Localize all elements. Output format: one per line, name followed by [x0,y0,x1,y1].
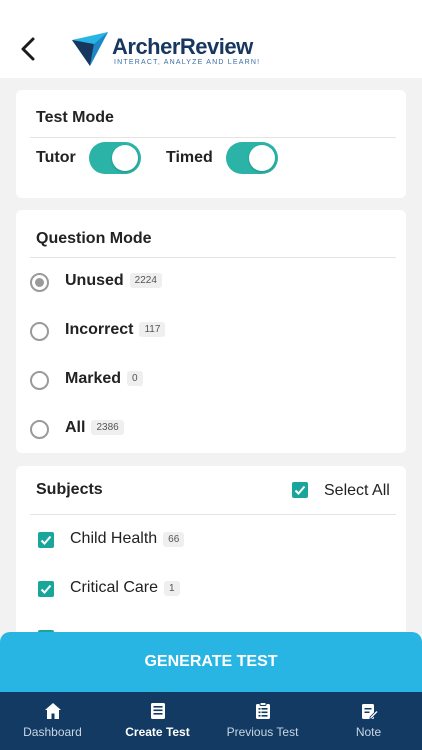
option-label-text: All [65,419,86,436]
question-mode-option-unused[interactable]: Unused 2224 [30,264,390,300]
option-label-text: Marked [65,370,122,387]
logo-mark-icon [72,32,108,66]
nav-item-create-test[interactable]: Create Test [105,692,210,750]
note-edit-icon [362,704,378,720]
subject-item-critical-care[interactable]: Critical Care 1 [36,573,396,603]
document-list-icon [151,703,165,719]
radio-button[interactable] [30,322,49,341]
clipboard-list-icon [256,702,270,719]
chevron-left-icon [21,37,35,61]
radio-button[interactable] [30,371,49,390]
divider [30,137,396,138]
option-label: All 2386 [65,419,124,437]
nav-label: Create Test [125,725,190,739]
select-all-checkbox[interactable] [292,482,308,498]
question-mode-card: Question Mode Unused 2224 Incorrect 117 Ma… [16,210,406,453]
option-label-text: Unused [65,272,124,289]
timed-label: Timed [166,149,213,166]
count-badge: 2386 [91,420,124,435]
divider [30,257,396,258]
checkmark-icon [40,584,52,594]
checkmark-icon [294,485,306,495]
select-all-label: Select All [324,482,390,499]
question-mode-option-marked[interactable]: Marked 0 [30,362,390,398]
toggle-knob [112,145,138,171]
option-label: Unused 2224 [65,272,162,290]
count-badge: 117 [139,322,166,337]
count-badge: 0 [127,371,143,386]
nav-label: Note [355,725,382,739]
nav-item-previous-test[interactable]: Previous Test [210,692,315,750]
subjects-title: Subjects [36,481,103,498]
option-label-text: Incorrect [65,321,134,338]
nav-item-note[interactable]: Note [316,692,421,750]
tutor-label: Tutor [36,149,76,166]
test-mode-card: Test Mode Tutor Timed [16,90,406,198]
toggle-knob [249,145,275,171]
select-all-control[interactable]: Select All [292,480,402,502]
question-mode-option-all[interactable]: All 2386 [30,411,390,447]
test-mode-title: Test Mode [36,109,114,126]
option-label: Incorrect 117 [65,321,166,339]
subject-label: Child Health 66 [70,530,185,548]
divider [30,514,396,515]
subject-label-text: Critical Care [70,579,159,596]
back-button[interactable] [18,36,40,62]
app-header: ArcherReview INTERACT, ANALYZE AND LEARN… [0,0,422,78]
count-badge: 66 [163,532,185,547]
subject-item-child-health[interactable]: Child Health 66 [36,524,396,554]
archer-review-logo: ArcherReview INTERACT, ANALYZE AND LEARN… [72,30,262,70]
count-badge: 1 [164,581,180,596]
radio-button[interactable] [30,273,49,292]
subject-label: Critical Care 1 [70,579,180,597]
tutor-toggle[interactable] [89,142,141,174]
timed-toggle[interactable] [226,142,278,174]
generate-test-button[interactable]: GENERATE TEST [0,632,422,692]
subject-checkbox[interactable] [38,581,54,597]
nav-label: Dashboard [23,725,82,739]
count-badge: 2224 [129,273,162,288]
option-label: Marked 0 [65,370,143,388]
subject-label-text: Child Health [70,530,158,547]
home-icon [45,703,61,719]
logo-tagline: INTERACT, ANALYZE AND LEARN! [114,59,261,66]
radio-button[interactable] [30,420,49,439]
bottom-nav: Dashboard Create Test Previous Test Note [0,692,422,750]
logo-name: ArcherReview [112,34,253,59]
question-mode-option-incorrect[interactable]: Incorrect 117 [30,313,390,349]
nav-item-dashboard[interactable]: Dashboard [0,692,105,750]
nav-label: Previous Test [226,725,299,739]
subject-checkbox[interactable] [38,532,54,548]
question-mode-title: Question Mode [36,230,152,247]
checkmark-icon [40,535,52,545]
